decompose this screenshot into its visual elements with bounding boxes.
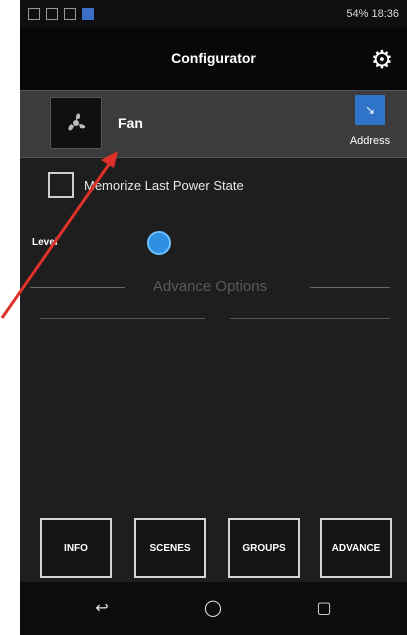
bottom-tab-bar: INFO SCENES GROUPS ADVANCE [20,518,407,580]
level-label: Level [32,237,58,248]
image-icon [46,8,58,20]
fan-icon[interactable] [50,97,102,149]
memorize-option[interactable]: Memorize Last Power State [48,172,244,198]
home-icon[interactable]: ◯ [201,598,225,620]
device-name: Fan [118,115,143,131]
warning-icon [64,8,76,20]
divider-line-right [310,287,390,288]
device-header: Fan ↘ Address [20,90,407,158]
tab-advance[interactable]: ADVANCE [320,518,392,578]
status-right: 54% 18:36 [346,8,399,20]
whatsapp-icon [28,8,40,20]
page-title: Configurator [171,50,256,66]
address-label: Address [349,135,391,147]
tab-scenes[interactable]: SCENES [134,518,206,578]
sub-divider-left [40,318,205,319]
status-bar: 54% 18:36 [20,0,407,28]
top-app-bar: Configurator ⚙ [20,28,407,90]
status-text: 54% 18:36 [346,8,399,20]
memorize-checkbox[interactable] [48,172,74,198]
phone-screen: 54% 18:36 Configurator ⚙ Fan ↘ Address M… [20,0,407,635]
sub-divider-right [230,318,390,319]
app-icon [82,8,94,20]
back-icon[interactable]: ↩ [90,598,114,620]
advance-options-divider: Advance Options [30,278,390,298]
address-button[interactable]: ↘ Address [343,95,397,153]
memorize-label: Memorize Last Power State [84,177,244,193]
address-icon: ↘ [355,95,385,125]
notification-icons [28,8,94,20]
level-slider-knob[interactable] [147,231,171,255]
gear-icon[interactable]: ⚙ [369,47,395,73]
tab-info[interactable]: INFO [40,518,112,578]
system-nav-bar: ↩ ◯ ▢ [20,582,407,635]
tab-groups[interactable]: GROUPS [228,518,300,578]
recents-icon[interactable]: ▢ [312,598,336,620]
